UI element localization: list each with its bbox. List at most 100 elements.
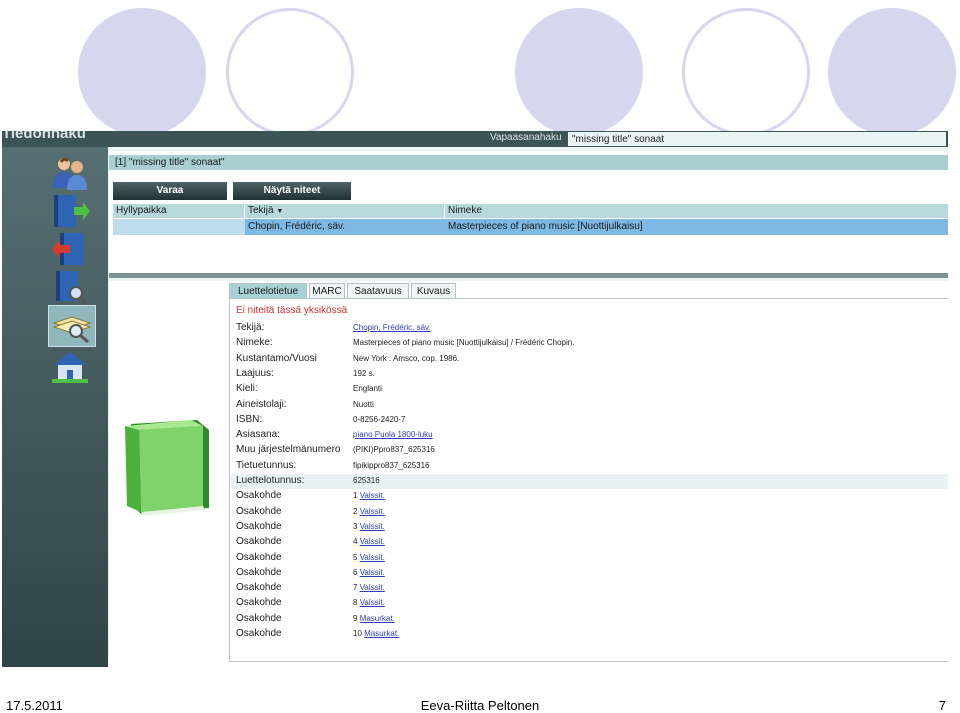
part-title-link[interactable]: Valssit. (360, 537, 385, 546)
record-field-row: Tekijä: Chopin, Frédéric, säv. (231, 321, 948, 336)
field-label: ISBN: (236, 413, 263, 425)
list-item: Osakohde 10 Masurkat. (231, 627, 948, 642)
part-title-link[interactable]: Valssit. (360, 522, 385, 531)
column-title[interactable]: Nimeke (445, 204, 948, 218)
record-field-row: Kieli: Englanti (231, 382, 948, 397)
record-field-row: Muu järjestelmänumero (PIKI)Ppro837_62531… (231, 443, 948, 458)
field-label: Luettelotunnus: (236, 475, 305, 486)
list-item: Osakohde 8 Valssit. (231, 596, 948, 611)
field-label: Tietuetunnus: (236, 459, 297, 471)
panel-separator (109, 273, 948, 278)
part-value: 4 Valssit. (353, 537, 385, 546)
book-back-icon[interactable] (50, 231, 90, 267)
tab-description[interactable]: Kuvaus (411, 283, 456, 298)
field-value: 625316 (353, 476, 380, 485)
list-item: Osakohde 4 Valssit. (231, 535, 948, 550)
record-field-row: Kustantamo/Vuosi New York : Amsco, cop. 1… (231, 352, 948, 367)
field-value: 0-8256-2420-7 (353, 414, 406, 424)
field-value: 192 s. (353, 368, 375, 378)
query-bar: [1] "missing title" sonaat" (109, 155, 948, 170)
record-field-row: Aineistolaji: Nuotti (231, 398, 948, 413)
results-table-header: Hyllypaikka Tekijä ▼ Nimeke (113, 204, 948, 218)
top-bar: Tiedonhaku Vapaasanahaku (2, 131, 948, 147)
tab-marc[interactable]: MARC (309, 283, 345, 298)
footer-author: Eeva-Riitta Peltonen (420, 698, 540, 713)
part-title-link[interactable]: Valssit. (360, 507, 385, 516)
part-number: 10 (353, 629, 362, 638)
part-value: 7 Valssit. (353, 583, 385, 592)
field-value-link[interactable]: piano Puola 1800-luku (353, 430, 433, 439)
list-item: Osakohde 1 Valssit. (231, 489, 948, 504)
show-items-button[interactable]: Näytä niteet (233, 182, 351, 200)
part-label: Osakohde (236, 628, 282, 639)
cards-search-icon[interactable] (52, 309, 92, 345)
app-screenshot: Tiedonhaku Vapaasanahaku "missing title"… (2, 131, 948, 667)
field-label: Laajuus: (236, 367, 274, 379)
column-author-label: Tekijä (248, 205, 274, 216)
column-author[interactable]: Tekijä ▼ (245, 204, 445, 218)
record-field-row: Luettelotunnus: 625316 (231, 474, 948, 489)
decor-circle (828, 8, 956, 136)
part-number: 5 (353, 552, 358, 562)
part-title-link[interactable]: Valssit. (360, 583, 385, 592)
tab-catalogue-record[interactable]: Luettelotietue (229, 283, 307, 298)
home-icon[interactable] (50, 349, 90, 385)
part-number: 2 (353, 506, 358, 516)
field-value: New York : Amsco, cop. 1986. (353, 353, 460, 363)
sidebar (2, 147, 108, 667)
part-title-link[interactable]: Valssit. (360, 491, 385, 500)
book-forward-icon[interactable] (50, 193, 90, 229)
field-value: Nuotti (353, 399, 374, 409)
search-label: Vapaasanahaku (490, 132, 562, 143)
list-item: Osakohde 2 Valssit. (231, 505, 948, 520)
field-label: Kustantamo/Vuosi (236, 352, 317, 364)
record-field-row: Tietuetunnus: fipikippro837_625316 (231, 459, 948, 474)
field-label: Kieli: (236, 383, 258, 395)
part-title-link[interactable]: Masurkat. (364, 629, 399, 638)
row-author: Chopin, Frédéric, säv. (248, 221, 346, 232)
book-search-icon[interactable] (50, 269, 90, 305)
part-title-link[interactable]: Valssit. (360, 568, 385, 577)
part-title-link[interactable]: Valssit. (360, 553, 385, 562)
list-item: Osakohde 3 Valssit. (231, 520, 948, 535)
search-input[interactable] (568, 132, 946, 146)
column-shelf[interactable]: Hyllypaikka (113, 204, 245, 218)
field-value-link[interactable]: Chopin, Frédéric, säv. (353, 323, 431, 332)
field-label: Asiasana: (236, 429, 280, 441)
part-number: 8 (353, 598, 358, 608)
record-field-row: Nimeke: Masterpieces of piano music [Nuot… (231, 336, 948, 351)
tab-availability[interactable]: Saatavuus (347, 283, 409, 298)
part-number: 4 (353, 537, 358, 547)
users-icon[interactable] (50, 155, 90, 191)
part-label: Osakohde (236, 536, 282, 548)
part-value: 6 Valssit. (353, 568, 385, 577)
list-item: Osakohde 6 Valssit. (231, 566, 948, 581)
reserve-button[interactable]: Varaa (113, 182, 227, 200)
table-row[interactable]: Chopin, Frédéric, säv. Masterpieces of p… (113, 219, 948, 235)
part-title-link[interactable]: Valssit. (360, 598, 385, 607)
sort-desc-icon: ▼ (276, 208, 284, 215)
decor-circle (515, 8, 643, 136)
row-shelf (113, 219, 245, 235)
record-field-row: ISBN: 0-8256-2420-7 (231, 413, 948, 428)
record-detail: Luettelotietue MARC Saatavuus Kuvaus Ei … (109, 281, 948, 667)
part-number: 7 (353, 583, 358, 593)
part-number: 3 (353, 521, 358, 531)
part-value: 5 Valssit. (353, 553, 385, 562)
part-number: 6 (353, 567, 358, 577)
part-value: 1 Valssit. (353, 491, 385, 500)
part-label: Osakohde (236, 551, 282, 563)
part-label: Osakohde (236, 520, 282, 532)
results-panel: [1] "missing title" sonaat" Varaa Näytä … (109, 151, 948, 275)
app-title: Tiedonhaku (2, 131, 86, 142)
part-value: 10 Masurkat. (353, 629, 399, 638)
record-panel: Ei niteitä tässä yksikössä Tekijä: Chopin… (229, 298, 948, 662)
row-title: Masterpieces of piano music [Nuottijulka… (448, 221, 643, 232)
field-value: Masterpieces of piano music [Nuottijulka… (353, 338, 575, 348)
part-value: 8 Valssit. (353, 598, 385, 607)
no-items-notice: Ei niteitä tässä yksikössä (236, 305, 348, 316)
part-title-link[interactable]: Masurkat. (360, 614, 395, 623)
part-value: 3 Valssit. (353, 522, 385, 531)
decor-circle (226, 8, 354, 136)
list-item: Osakohde 9 Masurkat. (231, 612, 948, 627)
